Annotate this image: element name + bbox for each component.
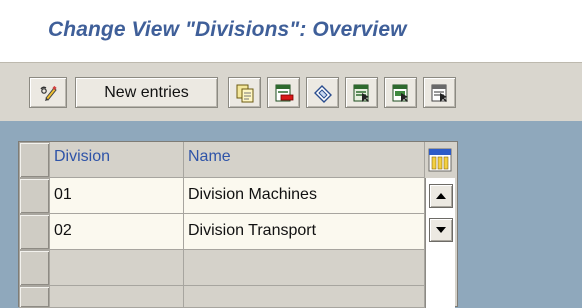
copy-button[interactable]: [228, 77, 261, 108]
division-cell[interactable]: 02: [50, 214, 184, 250]
row-selector[interactable]: [19, 250, 50, 286]
row-selector[interactable]: [19, 214, 50, 250]
table-settings-icon: [428, 148, 452, 172]
division-cell[interactable]: 01: [50, 178, 184, 214]
row-selector[interactable]: [19, 286, 50, 308]
divisions-table: Division Name 01 Division Machines 02 Di…: [18, 141, 458, 308]
vertical-scrollbar[interactable]: [425, 178, 455, 308]
undo-change-button[interactable]: [306, 77, 339, 108]
delete-icon: [275, 84, 293, 101]
select-block-icon: [392, 84, 408, 102]
screen-title: Change View "Divisions": Overview: [48, 18, 407, 41]
scroll-down-arrow-icon: [436, 227, 446, 233]
select-block-button[interactable]: [384, 77, 417, 108]
deselect-all-icon: [431, 84, 447, 102]
name-cell[interactable]: Division Machines: [184, 178, 425, 214]
title-bar: Change View "Divisions": Overview: [0, 0, 582, 62]
pencil-glasses-icon: [40, 85, 57, 101]
scroll-up-button[interactable]: [429, 184, 453, 208]
delete-button[interactable]: [267, 77, 300, 108]
name-cell[interactable]: Division Transport: [184, 214, 425, 250]
select-all-rows-cell[interactable]: [19, 142, 50, 178]
column-header-name[interactable]: Name: [184, 142, 425, 178]
division-cell[interactable]: [50, 286, 184, 308]
new-entries-label: New entries: [104, 83, 189, 101]
column-header-division[interactable]: Division: [50, 142, 184, 178]
division-cell[interactable]: [50, 250, 184, 286]
copy-icon: [236, 84, 253, 102]
undo-change-icon: [313, 84, 332, 103]
scroll-up-arrow-icon: [436, 193, 446, 199]
display-change-button[interactable]: [29, 77, 67, 108]
new-entries-button[interactable]: New entries: [75, 77, 218, 108]
application-toolbar: New entries: [0, 62, 582, 121]
name-cell[interactable]: [184, 250, 425, 286]
column-settings-button[interactable]: [425, 144, 455, 176]
name-cell[interactable]: [184, 286, 425, 308]
select-all-icon: [353, 84, 369, 102]
deselect-all-button[interactable]: [423, 77, 456, 108]
select-all-button[interactable]: [345, 77, 378, 108]
scroll-down-button[interactable]: [429, 218, 453, 242]
row-selector[interactable]: [19, 178, 50, 214]
